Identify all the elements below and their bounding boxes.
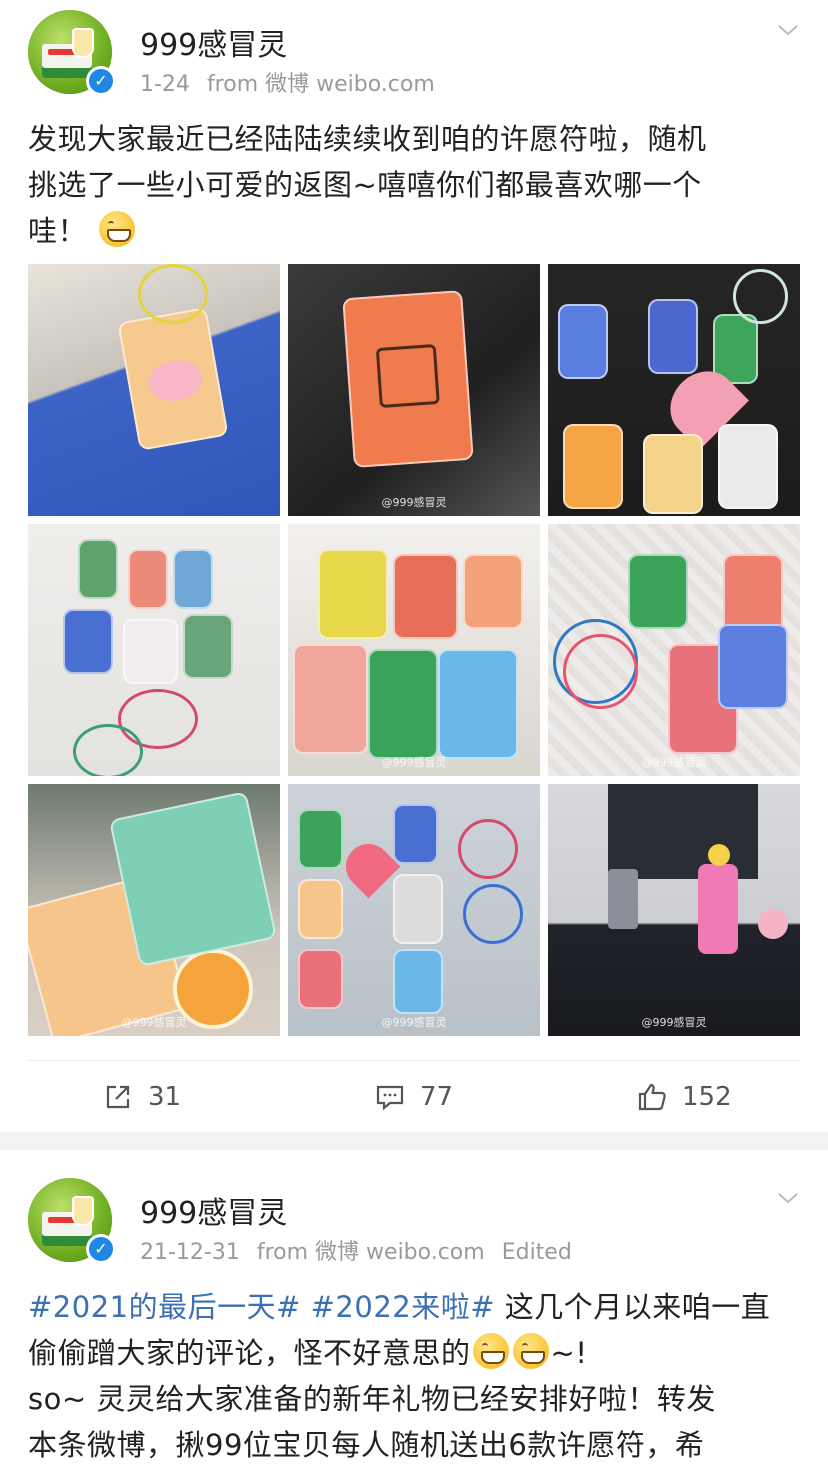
gift-keychain-icon bbox=[342, 290, 474, 468]
repost-count: 31 bbox=[148, 1082, 182, 1112]
post-separator bbox=[0, 1132, 828, 1150]
like-button[interactable]: 152 bbox=[636, 1079, 732, 1115]
figurine-icon bbox=[698, 864, 738, 954]
heart-icon bbox=[336, 834, 401, 899]
photo-thumbnail[interactable] bbox=[28, 264, 280, 516]
text-line: 挑选了一些小可爱的返图~嘻嘻你们都最喜欢哪一个 bbox=[28, 168, 702, 202]
avatar[interactable]: ✓ bbox=[28, 1178, 116, 1264]
pig-keychain-icon bbox=[117, 307, 229, 451]
comment-button[interactable]: 77 bbox=[374, 1079, 453, 1115]
post-actions: 31 77 152 bbox=[28, 1060, 800, 1132]
chevron-down-icon[interactable] bbox=[776, 1186, 800, 1210]
repost-button[interactable]: 31 bbox=[102, 1079, 181, 1115]
hashtag-link[interactable]: #2021的最后一天# bbox=[28, 1290, 301, 1324]
photo-thumbnail[interactable]: @999感冒灵 bbox=[548, 524, 800, 776]
like-count: 152 bbox=[682, 1082, 732, 1112]
author-name[interactable]: 999感冒灵 bbox=[140, 20, 287, 64]
post-text: #2021的最后一天# #2022来啦# 这几个月以来咱一直 偷偷蹭大家的评论，… bbox=[28, 1284, 800, 1468]
weibo-post: ✓ 999感冒灵 1-24 from 微博 weibo.com 发现大家最近已经… bbox=[0, 0, 828, 1132]
text-line: 哇！ bbox=[28, 214, 88, 248]
comment-count: 77 bbox=[420, 1082, 454, 1112]
weibo-post: ✓ 999感冒灵 21-12-31 from 微博 weibo.com Edit… bbox=[0, 1150, 828, 1472]
post-source: from 微博 weibo.com bbox=[206, 72, 435, 97]
text-line: 这几个月以来咱一直 bbox=[495, 1290, 771, 1324]
text-line: so~ 灵灵给大家准备的新年礼物已经安排好啦！转发 bbox=[28, 1382, 716, 1416]
repost-icon bbox=[106, 1085, 130, 1109]
photo-thumbnail[interactable]: @999感冒灵 bbox=[288, 784, 540, 1036]
photo-thumbnail[interactable]: @999感冒灵 bbox=[288, 524, 540, 776]
text-line: 本条微博，揪99位宝贝每人随机送出6款许愿符，希 bbox=[28, 1428, 705, 1462]
post-date: 21-12-31 bbox=[140, 1240, 240, 1265]
text-line: 偷偷蹭大家的评论，怪不好意思的 bbox=[28, 1336, 471, 1370]
grin-emoji-icon bbox=[512, 1333, 549, 1369]
avatar[interactable]: ✓ bbox=[28, 10, 116, 96]
cup-icon bbox=[72, 28, 94, 58]
author-name[interactable]: 999感冒灵 bbox=[140, 1188, 287, 1232]
verified-badge-icon: ✓ bbox=[86, 66, 116, 96]
comment-icon bbox=[376, 1085, 404, 1111]
verified-badge-icon: ✓ bbox=[86, 1234, 116, 1264]
post-source: from 微博 weibo.com bbox=[256, 1240, 485, 1265]
hashtag-link[interactable]: #2022来啦# bbox=[311, 1290, 495, 1324]
thumbs-up-icon bbox=[638, 1083, 666, 1111]
cup-icon bbox=[72, 1196, 94, 1226]
edited-label: Edited bbox=[501, 1240, 572, 1265]
photo-thumbnail[interactable]: @999感冒灵 bbox=[288, 264, 540, 516]
photo-thumbnail[interactable]: @999感冒灵 bbox=[28, 784, 280, 1036]
photo-thumbnail[interactable]: @999感冒灵 bbox=[548, 784, 800, 1036]
post-meta: 21-12-31 from 微博 weibo.com Edited bbox=[140, 1234, 582, 1266]
text-line: 发现大家最近已经陆陆续续收到咱的许愿符啦，随机 bbox=[28, 122, 707, 156]
post-text: 发现大家最近已经陆陆续续收到咱的许愿符啦，随机 挑选了一些小可爱的返图~嘻嘻你们… bbox=[28, 116, 800, 254]
photo-thumbnail[interactable] bbox=[548, 264, 800, 516]
post-meta: 1-24 from 微博 weibo.com bbox=[140, 66, 445, 98]
grin-emoji-icon bbox=[472, 1333, 509, 1369]
chevron-down-icon[interactable] bbox=[776, 18, 800, 42]
grin-emoji-icon bbox=[98, 211, 135, 247]
photo-thumbnail[interactable] bbox=[28, 524, 280, 776]
post-date: 1-24 bbox=[140, 72, 190, 97]
photo-grid: @999感冒灵 @999感冒灵 @999感冒灵 @999感冒灵 @999感冒灵 … bbox=[28, 264, 800, 1036]
